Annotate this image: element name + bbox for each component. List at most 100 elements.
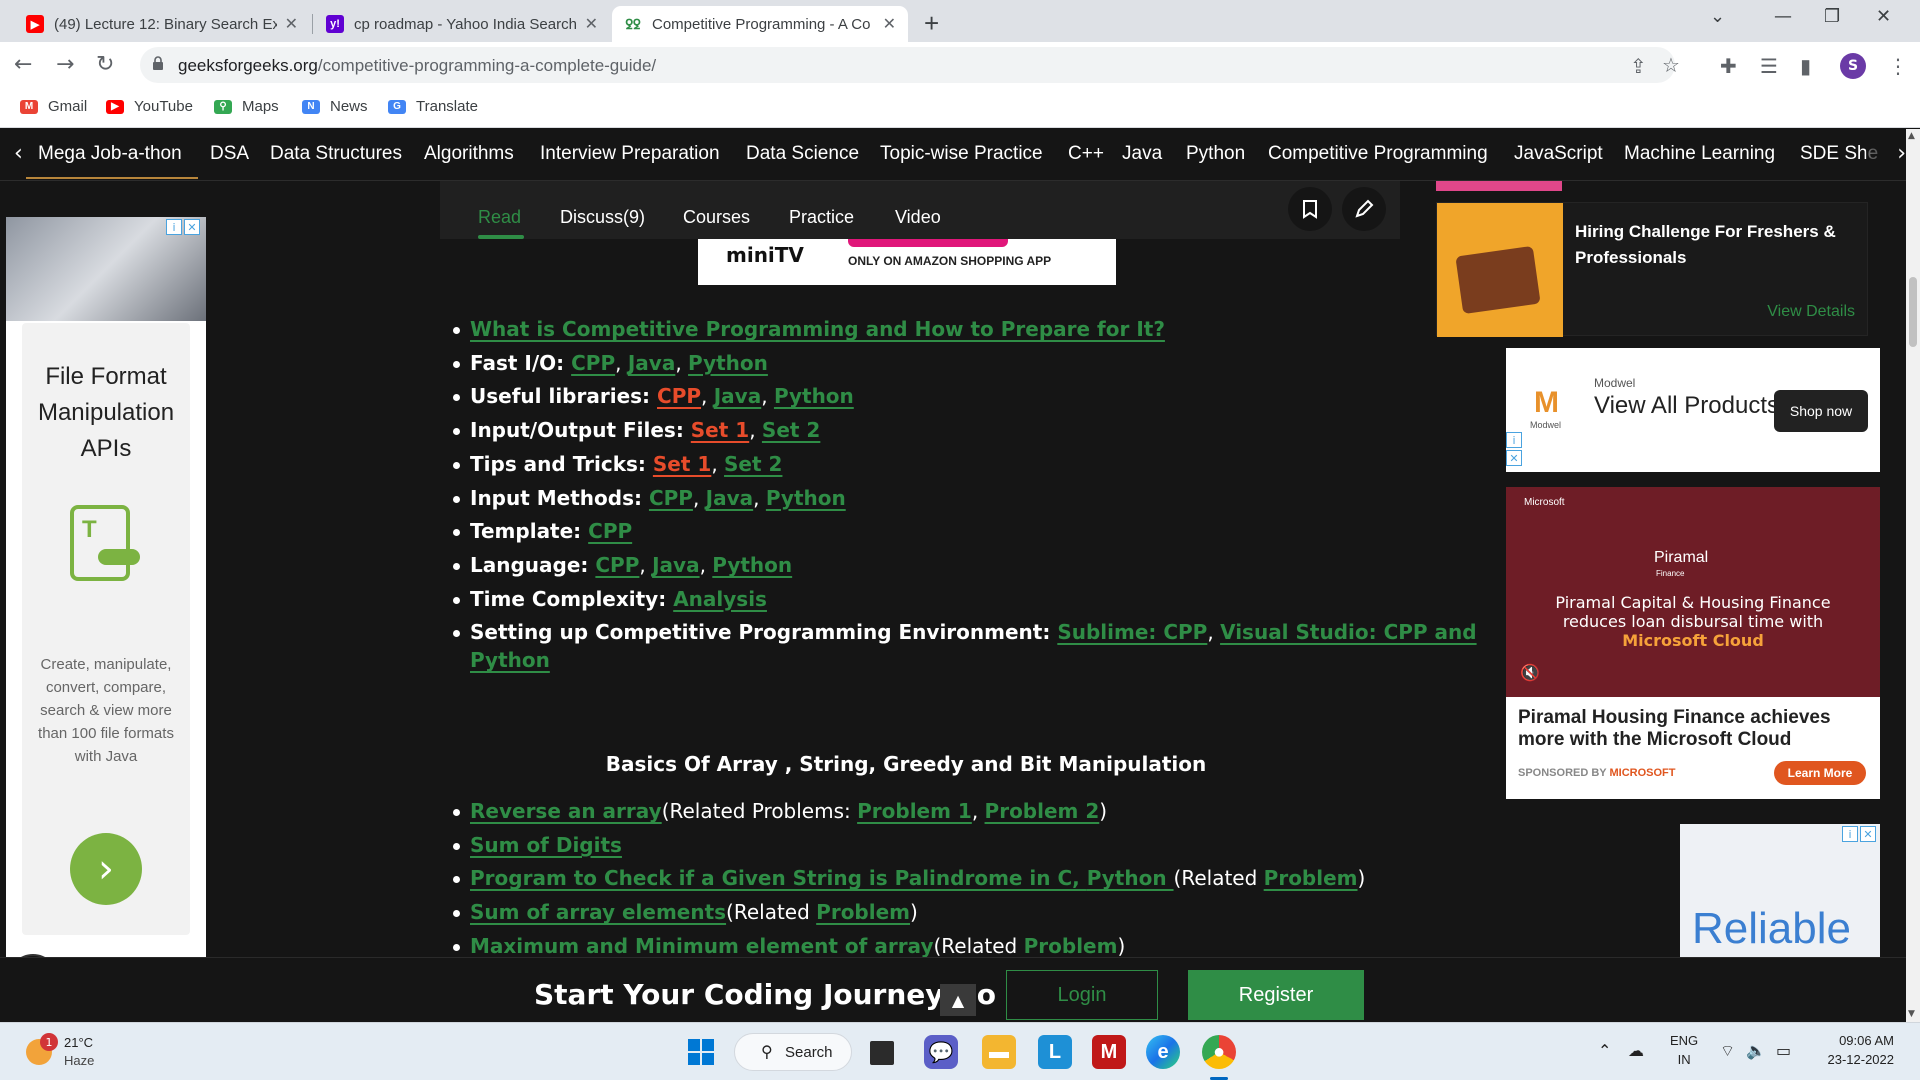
wifi-icon[interactable]: ⌔ (1720, 1041, 1735, 1061)
link-java[interactable]: Java (714, 384, 761, 408)
mute-icon[interactable]: 🔇 (1520, 663, 1540, 682)
hiring-challenge-card[interactable]: Hiring Challenge For Freshers & Professi… (1436, 202, 1868, 337)
bookmark-translate[interactable]: G Translate (388, 98, 478, 115)
nav-item-dsa[interactable]: DSA (210, 143, 249, 165)
scroll-up-icon[interactable]: ▲ (1908, 131, 1915, 141)
tab-practice[interactable]: Practice (789, 207, 854, 228)
close-tab-icon[interactable]: ✕ (585, 14, 598, 34)
link-set-2[interactable]: Set 2 (724, 452, 782, 476)
chrome-icon[interactable]: ● (1202, 1035, 1236, 1069)
link-cpp[interactable]: CPP (571, 351, 615, 375)
menu-dots-icon[interactable]: ⋮ (1888, 54, 1908, 78)
link-max-min-element[interactable]: Maximum and Minimum element of array (470, 934, 933, 958)
chevron-left-icon[interactable]: ‹ (14, 141, 23, 166)
link-what-is-cp[interactable]: What is Competitive Programming and How … (470, 317, 1165, 341)
share-icon[interactable]: ⇪ (1630, 54, 1647, 78)
chevron-right-icon[interactable]: › (70, 833, 142, 905)
close-tab-icon[interactable]: ✕ (285, 14, 298, 34)
register-button[interactable]: Register (1188, 970, 1364, 1020)
link-java[interactable]: Java (628, 351, 675, 375)
link-problem-1[interactable]: Problem 1 (857, 799, 972, 823)
nav-item-data-structures[interactable]: Data Structures (270, 143, 402, 165)
nav-item-data-science[interactable]: Data Science (746, 143, 859, 165)
close-icon[interactable]: ✕ (1506, 450, 1522, 466)
link-set-1[interactable]: Set 1 (653, 452, 711, 476)
link-analysis[interactable]: Analysis (673, 587, 767, 611)
task-view-icon[interactable] (870, 1041, 894, 1065)
link-visual-studio-python[interactable]: Python (470, 648, 550, 672)
scrollbar-thumb[interactable] (1909, 277, 1917, 347)
amazon-minitv-ad[interactable]: miniTV ONLY ON AMAZON SHOPPING APP (698, 239, 1116, 285)
nav-item-competitive-programming[interactable]: Competitive Programming (1268, 143, 1488, 165)
media-queue-icon[interactable]: ☰ (1760, 54, 1778, 78)
link-palindrome[interactable]: Program to Check if a Given String is Pa… (470, 866, 1087, 890)
bookmark-youtube[interactable]: ▶ YouTube (106, 98, 193, 115)
link-problem[interactable]: Problem (1024, 934, 1118, 958)
bookmark-gmail[interactable]: M Gmail (20, 98, 87, 115)
link-python[interactable]: Python (766, 486, 846, 510)
file-explorer-icon[interactable]: ▬ (982, 1035, 1016, 1069)
new-tab-button[interactable]: + (924, 8, 939, 39)
chevron-right-icon[interactable]: › (1866, 141, 1906, 171)
bookmark-news[interactable]: N News (302, 98, 368, 115)
link-cpp[interactable]: CPP (588, 519, 632, 543)
nav-item-python[interactable]: Python (1186, 143, 1245, 165)
link-python[interactable]: Python (712, 553, 792, 577)
link-sum-array-elements[interactable]: Sum of array elements (470, 900, 726, 924)
link-java[interactable]: Java (706, 486, 753, 510)
browser-tab-yahoo[interactable]: y! cp roadmap - Yahoo India Search ✕ (314, 6, 610, 42)
star-icon[interactable]: ☆ (1662, 53, 1680, 77)
microsoft-ad[interactable]: Microsoft Piramal Finance Piramal Capita… (1506, 487, 1880, 799)
link-sublime[interactable]: Sublime: CPP (1057, 620, 1207, 644)
extensions-icon[interactable]: ✚ (1720, 54, 1737, 78)
left-ad[interactable]: i ✕ File Format Manipulation APIs T Creat… (6, 217, 206, 957)
edit-button[interactable] (1342, 187, 1386, 231)
tab-search-chevron-icon[interactable]: ⌄ (1710, 6, 1725, 27)
nav-item-interview-preparation[interactable]: Interview Preparation (540, 143, 720, 165)
link-cpp[interactable]: CPP (595, 553, 639, 577)
link-set-1[interactable]: Set 1 (691, 418, 749, 442)
close-tab-icon[interactable]: ✕ (883, 14, 896, 34)
mcafee-icon[interactable]: M (1092, 1035, 1126, 1069)
link-palindrome-python[interactable]: Python (1087, 866, 1174, 890)
tab-courses[interactable]: Courses (683, 207, 750, 228)
page-scrollbar[interactable]: ▲ ▼ (1906, 129, 1920, 1022)
link-set-2[interactable]: Set 2 (762, 418, 820, 442)
view-details-link[interactable]: View Details (1767, 303, 1855, 321)
edge-icon[interactable]: e (1146, 1035, 1180, 1069)
modwel-ad[interactable]: M Modwel Modwel View All Products Shop n… (1506, 348, 1880, 472)
info-icon[interactable]: i (1506, 432, 1522, 448)
link-problem[interactable]: Problem (816, 900, 910, 924)
close-window-button[interactable]: ✕ (1876, 6, 1891, 27)
tab-read[interactable]: Read (478, 207, 521, 228)
bookmark-maps[interactable]: ⚲ Maps (214, 98, 279, 115)
link-reverse-array[interactable]: Reverse an array (470, 799, 662, 823)
battery-icon[interactable]: ▭ (1776, 1041, 1791, 1060)
info-icon[interactable]: i (166, 219, 182, 235)
link-sum-of-digits[interactable]: Sum of Digits (470, 833, 622, 857)
nav-item-machine-learning[interactable]: Machine Learning (1624, 143, 1775, 165)
nav-item-mega-job-a-thon[interactable]: Mega Job-a-thon (38, 143, 182, 165)
taskbar-search[interactable]: ⚲ Search (734, 1033, 852, 1071)
address-bar[interactable]: geeksforgeeks.org/competitive-programmin… (140, 47, 1680, 83)
scroll-down-icon[interactable]: ▼ (1908, 1009, 1915, 1019)
link-cpp[interactable]: CPP (649, 486, 693, 510)
volume-icon[interactable]: 🔈 (1746, 1041, 1766, 1060)
ad-choices[interactable]: i ✕ (166, 219, 202, 237)
language-indicator[interactable]: ENG IN (1670, 1031, 1698, 1069)
system-clock[interactable]: 09:06 AM 23-12-2022 (1810, 1031, 1895, 1069)
nav-item-java[interactable]: Java (1122, 143, 1162, 165)
profile-avatar[interactable]: S (1840, 53, 1866, 79)
browser-tab-youtube[interactable]: ▶ (49) Lecture 12: Binary Search Exp ✕ (14, 6, 310, 42)
back-button[interactable]: ← (14, 52, 32, 77)
reload-button[interactable]: ↻ (96, 52, 114, 77)
chevron-up-icon[interactable]: ⌃ (1598, 1041, 1611, 1060)
link-java[interactable]: Java (652, 553, 699, 577)
link-cpp[interactable]: CPP (657, 384, 701, 408)
side-panel-icon[interactable]: ▮ (1800, 54, 1811, 78)
close-icon[interactable]: ✕ (1860, 826, 1876, 842)
scroll-top-button[interactable]: ▲ (940, 984, 976, 1016)
login-button[interactable]: Login (1006, 970, 1158, 1020)
restore-button[interactable]: ❐ (1824, 6, 1840, 27)
weather-widget[interactable]: 1 21°C Haze (26, 1033, 226, 1073)
